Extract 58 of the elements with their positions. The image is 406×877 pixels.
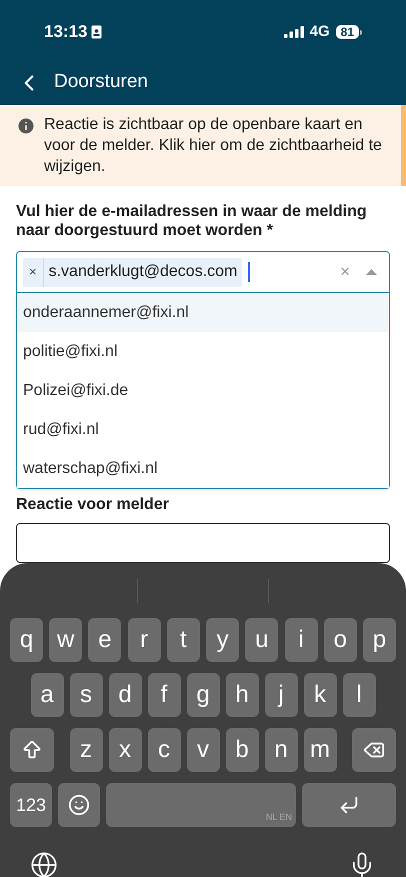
dropdown-option[interactable]: waterschap@fixi.nl	[17, 449, 389, 488]
delete-key[interactable]	[352, 728, 396, 772]
keyboard-key[interactable]: z	[70, 728, 102, 772]
dropdown-option[interactable]: politie@fixi.nl	[17, 332, 389, 371]
globe-icon[interactable]	[30, 851, 58, 877]
comment-label: Reactie voor melder	[16, 495, 170, 515]
keyboard-key[interactable]: c	[148, 728, 180, 772]
tag-text: s.vanderklugt@decos.com	[48, 262, 238, 282]
keyboard-key[interactable]: w	[49, 618, 82, 662]
dropdown-option[interactable]: rud@fixi.nl	[17, 410, 389, 449]
keyboard-key[interactable]: r	[128, 618, 161, 662]
notice-text: Reactie is zichtbaar op de openbare kaart en voor de melder. Klik hier om de zichtbaarheid te wijzigen.	[44, 115, 383, 177]
keyboard-key[interactable]: k	[304, 673, 336, 717]
keyboard-key[interactable]: x	[108, 728, 142, 772]
keyboard-key[interactable]: b	[226, 728, 258, 772]
keyboard-key[interactable]: u	[245, 618, 278, 662]
page-title: Doorsturen	[54, 70, 148, 94]
keyboard-key[interactable]: d	[108, 673, 142, 717]
keyboard-key[interactable]: j	[264, 673, 298, 717]
keyboard-key[interactable]: i	[284, 618, 318, 662]
keyboard-key[interactable]: s	[70, 673, 102, 717]
signal-icon	[284, 26, 304, 38]
dropdown-option[interactable]: Polizei@fixi.de	[17, 371, 389, 410]
numbers-key[interactable]: 123	[10, 783, 52, 827]
keyboard-key[interactable]: l	[342, 673, 376, 717]
keyboard-key[interactable]: o	[324, 618, 357, 662]
keyboard-key[interactable]: e	[88, 618, 122, 662]
status-time: 13:13	[44, 21, 88, 44]
text-cursor	[248, 262, 250, 282]
remove-tag-button[interactable]: ×	[23, 258, 44, 286]
shift-key[interactable]	[10, 728, 54, 772]
email-select[interactable]: × s.vanderklugt@decos.com ×	[16, 251, 390, 293]
comment-field[interactable]	[16, 523, 390, 563]
field-label: Vul hier de e-mailadressen in waar de melding naar doorgestuurd moet worden *	[16, 202, 368, 240]
badge-icon	[91, 25, 102, 39]
info-icon	[16, 116, 36, 136]
language-label: NL EN	[266, 810, 292, 824]
keyboard-key[interactable]: v	[186, 728, 220, 772]
return-icon	[338, 794, 360, 816]
dropdown-option[interactable]: onderaannemer@fixi.nl	[17, 293, 389, 332]
keyboard-key[interactable]: q	[10, 618, 43, 662]
keyboard-key[interactable]: t	[166, 618, 200, 662]
keyboard-key[interactable]: f	[148, 673, 180, 717]
emoji-icon	[68, 794, 90, 816]
keyboard-key[interactable]: p	[362, 618, 396, 662]
battery-indicator: 81	[336, 25, 359, 39]
keyboard-key[interactable]: h	[226, 673, 258, 717]
clear-button[interactable]: ×	[340, 259, 350, 285]
emoji-key[interactable]	[58, 783, 100, 827]
keyboard-key[interactable]: m	[304, 728, 336, 772]
keyboard-key[interactable]: g	[186, 673, 220, 717]
keyboard-key[interactable]: a	[30, 673, 64, 717]
visibility-notice[interactable]: Reactie is zichtbaar op de openbare kaart en voor de melder. Klik hier om de zichtbaarheid te wijzigen.	[0, 105, 406, 186]
keyboard-key[interactable]: n	[264, 728, 298, 772]
caret-icon[interactable]	[366, 269, 377, 275]
keyboard-key[interactable]: y	[206, 618, 240, 662]
network-label: 4G	[310, 22, 330, 42]
shift-icon	[21, 739, 43, 761]
